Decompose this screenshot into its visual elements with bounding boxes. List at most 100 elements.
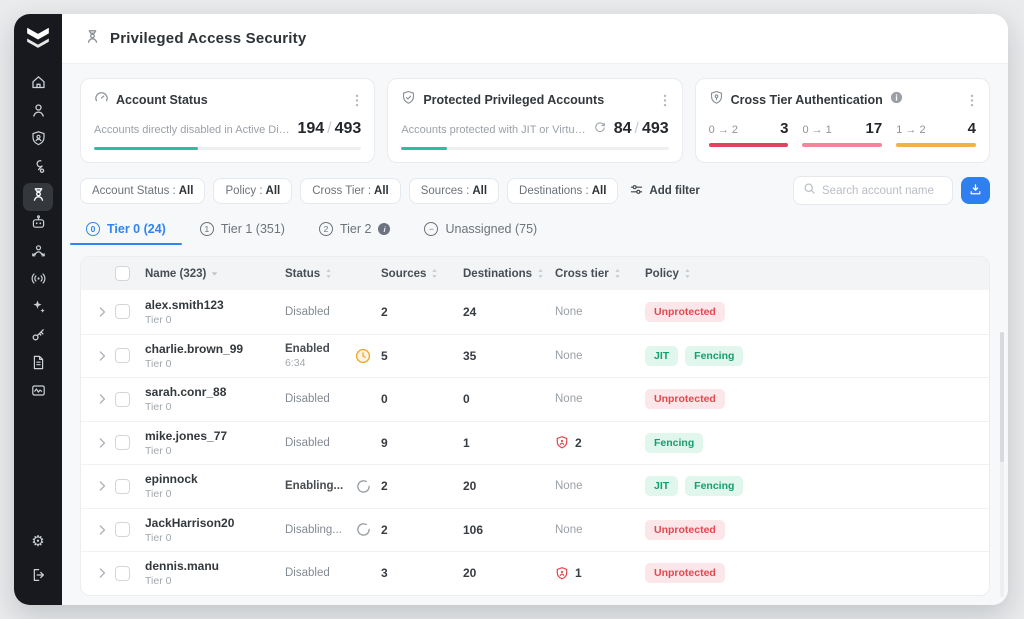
destinations-count: 24 (463, 305, 555, 319)
account-tier: Tier 0 (145, 358, 285, 370)
sidebar-item-settings[interactable]: ⚙ (23, 527, 53, 555)
status-text: Disabled (285, 306, 330, 318)
tab-tier-1[interactable]: 1 Tier 1 (351) (198, 218, 287, 245)
sources-count: 2 (381, 305, 463, 319)
row-checkbox[interactable] (115, 348, 130, 363)
column-policy[interactable]: Policy (645, 268, 981, 280)
expand-row-button[interactable] (89, 434, 115, 452)
expand-row-button[interactable] (89, 477, 115, 495)
sidebar-item-home[interactable] (23, 71, 53, 99)
tab-unassigned[interactable]: − Unassigned (75) (422, 218, 539, 245)
table-row[interactable]: sarah.conr_88Tier 0Disabled00NoneUnprote… (81, 377, 989, 421)
sidebar-item-service-accounts[interactable] (23, 211, 53, 239)
account-name: alex.smith123 (145, 298, 285, 312)
sidebar-item-identity-protection[interactable] (23, 127, 53, 155)
column-status[interactable]: Status (285, 268, 381, 280)
account-tier: Tier 0 (145, 532, 285, 544)
row-checkbox[interactable] (115, 435, 130, 450)
card-description: Accounts directly disabled in Active Dir… (94, 124, 291, 136)
expand-row-button[interactable] (89, 521, 115, 539)
sort-icon (431, 268, 438, 279)
table-row[interactable]: alex.smith123Tier 0Disabled224NoneUnprot… (81, 290, 989, 334)
tier-2-icon: 2 (319, 222, 333, 236)
metric-0-2: 0 → 23 (709, 120, 789, 147)
card-description: Accounts protected with JIT or Virtual F… (401, 124, 587, 136)
column-destinations[interactable]: Destinations (463, 268, 555, 280)
filter-chip-account-status[interactable]: Account Status :All (80, 178, 205, 204)
table-row[interactable]: JackHarrison20Tier 0Disabling...2106None… (81, 508, 989, 552)
filter-chip-destinations[interactable]: Destinations :All (507, 178, 618, 204)
cross-tier-count: 1 (575, 566, 582, 580)
filter-chip-policy[interactable]: Policy :All (213, 178, 292, 204)
expand-row-button[interactable] (89, 347, 115, 365)
policy-cell: Unprotected (645, 520, 981, 540)
policy-cell: JITFencing (645, 476, 981, 496)
sidebar-item-users[interactable] (23, 99, 53, 127)
tier-2-info-badge: i (378, 223, 390, 235)
sidebar-item-privileged-access[interactable] (23, 183, 53, 211)
metric-1-2: 1 → 24 (896, 120, 976, 147)
clock-icon (355, 348, 371, 364)
table-row[interactable]: charlie.brown_99Tier 0Enabled6:34535None… (81, 334, 989, 378)
cross-tier-none: None (555, 524, 583, 536)
add-filter-button[interactable]: Add filter (626, 177, 703, 205)
policy-pill: Unprotected (645, 302, 725, 322)
progress-track (94, 147, 361, 150)
sidebar-item-detection[interactable] (23, 267, 53, 295)
status-text: Enabled (285, 343, 330, 355)
table-body: alex.smith123Tier 0Disabled224NoneUnprot… (81, 290, 989, 595)
topbar: Privileged Access Security (62, 14, 1008, 64)
sidebar-item-keys[interactable] (23, 323, 53, 351)
tab-tier-0[interactable]: 0 Tier 0 (24) (84, 218, 168, 245)
row-checkbox[interactable] (115, 566, 130, 581)
row-checkbox[interactable] (115, 392, 130, 407)
row-checkbox[interactable] (115, 522, 130, 537)
expand-row-button[interactable] (89, 303, 115, 321)
kebab-menu-icon[interactable] (353, 92, 361, 109)
radar-icon (30, 270, 47, 292)
tab-tier-2[interactable]: 2 Tier 2 i (317, 218, 393, 245)
metric-bar (709, 143, 789, 147)
refresh-icon[interactable] (594, 121, 606, 133)
kebab-menu-icon[interactable] (661, 92, 669, 109)
info-icon[interactable] (890, 91, 903, 109)
row-checkbox[interactable] (115, 479, 130, 494)
app-window: ⚙ Privileged Access Security Account Sta… (14, 14, 1008, 605)
scrollbar-thumb[interactable] (1000, 332, 1004, 462)
sidebar-item-connectors[interactable] (23, 155, 53, 183)
sidebar-item-logs[interactable] (23, 351, 53, 379)
account-name: sarah.conr_88 (145, 385, 285, 399)
table-row[interactable]: epinnockTier 0Enabling...220NoneJITFenci… (81, 464, 989, 508)
status-text: Disabled (285, 393, 330, 405)
select-all-checkbox[interactable] (115, 266, 130, 281)
sidebar-item-logout[interactable] (23, 563, 53, 591)
destinations-count: 1 (463, 436, 555, 450)
card-title: Account Status (116, 93, 208, 107)
column-cross-tier[interactable]: Cross tier (555, 268, 645, 280)
table-row[interactable]: dennis.manuTier 0Disabled3201Unprotected (81, 551, 989, 595)
sources-count: 2 (381, 479, 463, 493)
metric-bar (802, 143, 882, 147)
row-checkbox[interactable] (115, 304, 130, 319)
expand-row-button[interactable] (89, 564, 115, 582)
column-sources[interactable]: Sources (381, 268, 463, 280)
stat-cards: Account Status Accounts directly disable… (80, 78, 990, 163)
table-row[interactable]: mike.jones_77Tier 0Disabled912Fencing (81, 421, 989, 465)
filter-chip-cross-tier[interactable]: Cross Tier :All (300, 178, 401, 204)
expand-row-button[interactable] (89, 390, 115, 408)
export-button[interactable] (961, 177, 990, 204)
kebab-menu-icon[interactable] (968, 92, 976, 109)
brand-logo-icon[interactable] (25, 26, 51, 53)
sidebar-item-ai[interactable] (23, 295, 53, 323)
account-name: mike.jones_77 (145, 429, 285, 443)
sidebar-item-reports[interactable] (23, 379, 53, 407)
filter-chip-sources[interactable]: Sources :All (409, 178, 499, 204)
table-header: Name (323) Status Sources Destinations C… (81, 257, 989, 290)
search-input[interactable] (822, 185, 943, 197)
scrollbar[interactable] (1000, 332, 1004, 597)
sort-icon (211, 271, 218, 276)
sidebar-item-lateral-movement[interactable] (23, 239, 53, 267)
ai-sparkles-icon (30, 298, 47, 320)
shield-key-icon (709, 90, 724, 110)
column-name[interactable]: Name (323) (145, 268, 285, 280)
